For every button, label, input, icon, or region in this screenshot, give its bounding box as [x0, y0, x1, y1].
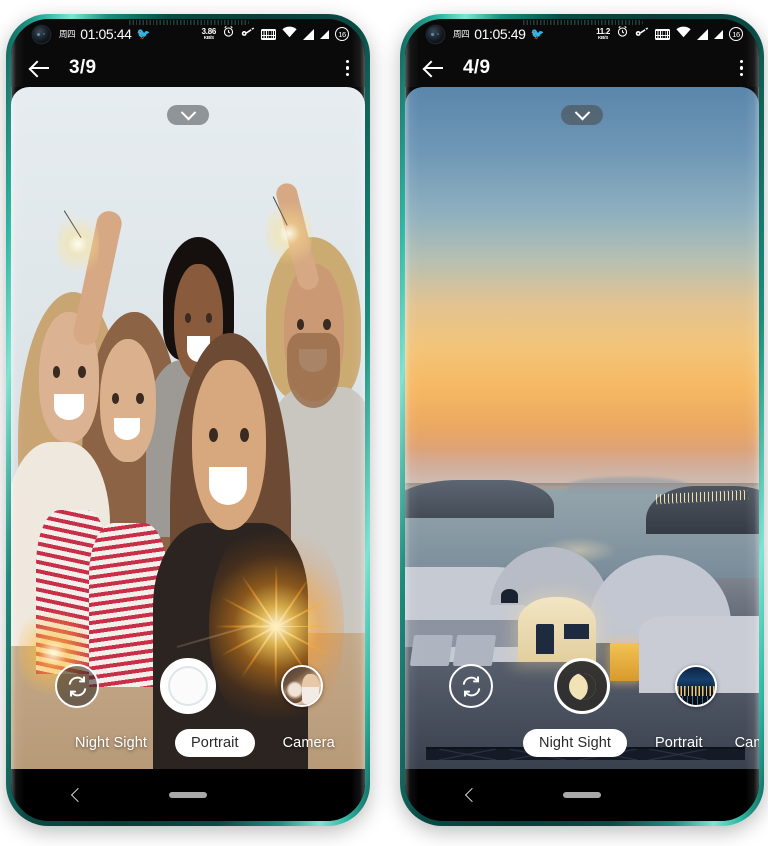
flip-camera-icon	[460, 675, 483, 698]
wifi-icon	[676, 25, 691, 43]
collapse-photo-button[interactable]	[167, 104, 209, 125]
status-day-label: 周四	[59, 29, 76, 39]
nav-home-pill[interactable]	[169, 792, 207, 798]
earpiece-speaker	[127, 20, 249, 25]
status-time-label: 01:05:44	[80, 26, 132, 42]
nav-back-icon[interactable]	[70, 787, 86, 803]
system-nav-bar	[11, 769, 365, 821]
flip-camera-button[interactable]	[449, 664, 493, 708]
network-speed-unit: KB/S	[597, 34, 609, 40]
vpn-key-icon	[635, 25, 649, 43]
chevron-down-icon	[574, 104, 590, 120]
status-time-label: 01:05:49	[474, 26, 526, 42]
camera-mode-selector[interactable]: Night Sight Portrait Camera Video	[11, 727, 365, 759]
sunset-sky	[405, 87, 759, 483]
earpiece-speaker	[521, 20, 643, 25]
gallery-thumbnail-woman-with-dog-icon	[283, 667, 321, 705]
bird-icon: 🐦	[136, 28, 151, 40]
person-face	[99, 339, 157, 463]
status-bar-clock-group: 周四 01:05:49 🐦	[453, 26, 544, 42]
collapse-photo-button[interactable]	[561, 104, 603, 125]
nav-home-pill[interactable]	[563, 792, 601, 798]
mode-night-sight[interactable]: Night Sight	[71, 729, 151, 757]
signal-bars-icon	[714, 29, 723, 39]
shutter-button[interactable]	[554, 658, 610, 714]
window	[564, 623, 590, 640]
gallery-thumbnail-night-city-icon	[677, 667, 715, 705]
front-camera-punch-hole	[33, 25, 50, 43]
mode-portrait[interactable]: Portrait	[175, 729, 255, 757]
volte-icon	[261, 28, 276, 40]
mode-camera[interactable]: Camera	[279, 729, 339, 757]
phone-right: 周四 01:05:49 🐦 11.2 KB/S 16 4/9 Night Sig…	[400, 14, 764, 826]
system-nav-bar	[405, 769, 759, 821]
app-bar: 4/9	[405, 49, 759, 87]
back-arrow-icon[interactable]	[421, 55, 447, 81]
status-day-label: 周四	[453, 29, 470, 39]
network-speed-indicator: 3.86 KB/S	[202, 27, 217, 41]
person-face	[191, 359, 266, 531]
camera-controls	[405, 653, 759, 719]
status-bar-icons: 11.2 KB/S 16	[596, 25, 743, 43]
shutter-button[interactable]	[160, 658, 216, 714]
page-counter: 3/9	[69, 57, 97, 78]
photo-viewer[interactable]: Night Sight Portrait Camer	[405, 87, 759, 769]
page-counter: 4/9	[463, 57, 491, 78]
status-bar-clock-group: 周四 01:05:44 🐦	[59, 26, 150, 42]
battery-indicator: 16	[335, 27, 349, 41]
mode-video[interactable]: Video	[363, 729, 365, 757]
mode-night-sight[interactable]: Night Sight	[523, 729, 628, 757]
front-camera-punch-hole	[427, 25, 444, 43]
chevron-down-icon	[180, 104, 196, 120]
vpn-key-icon	[241, 25, 255, 43]
mode-camera[interactable]: Camer	[731, 729, 759, 757]
gallery-thumbnail-button[interactable]	[281, 665, 323, 707]
person-beard	[287, 332, 341, 408]
doorway	[535, 623, 554, 655]
nav-back-icon[interactable]	[464, 787, 480, 803]
phone-screen-left: 周四 01:05:44 🐦 3.86 KB/S 16 3/9 Night Sig…	[11, 19, 365, 821]
kebab-menu-icon[interactable]	[739, 59, 743, 77]
wifi-icon	[282, 25, 297, 43]
dual-phone-screenshot: 周四 01:05:44 🐦 3.86 KB/S 16 3/9 Night Sig…	[0, 0, 768, 846]
camera-controls	[11, 653, 365, 719]
sparkler-flare	[265, 189, 312, 278]
photo-viewer[interactable]: Night Sight Portrait Camera Video	[11, 87, 365, 769]
flip-camera-button[interactable]	[55, 664, 99, 708]
moon-icon	[564, 668, 600, 704]
app-bar: 3/9	[11, 49, 365, 87]
bird-icon: 🐦	[530, 28, 545, 40]
alarm-clock-icon	[222, 25, 235, 43]
mode-portrait[interactable]: Portrait	[651, 729, 707, 757]
network-speed-indicator: 11.2 KB/S	[596, 27, 610, 41]
signal-bars-icon	[303, 28, 314, 40]
shutter-inner	[168, 666, 208, 706]
sparkler-flare	[57, 202, 100, 285]
gallery-thumbnail-button[interactable]	[675, 665, 717, 707]
kebab-menu-icon[interactable]	[345, 59, 349, 77]
back-arrow-icon[interactable]	[27, 55, 53, 81]
phone-screen-right: 周四 01:05:49 🐦 11.2 KB/S 16 4/9 Night Sig…	[405, 19, 759, 821]
volte-icon	[655, 28, 670, 40]
flip-camera-icon	[66, 675, 89, 698]
phone-left: 周四 01:05:44 🐦 3.86 KB/S 16 3/9 Night Sig…	[6, 14, 370, 826]
camera-mode-selector[interactable]: Night Sight Portrait Camer	[405, 727, 759, 759]
alarm-clock-icon	[616, 25, 629, 43]
network-speed-unit: KB/S	[203, 34, 214, 40]
battery-indicator: 16	[729, 27, 743, 41]
island-silhouette	[405, 479, 554, 519]
signal-bars-icon	[697, 28, 708, 40]
status-bar-icons: 3.86 KB/S 16	[202, 25, 349, 43]
signal-bars-icon	[320, 29, 329, 39]
chimney	[500, 589, 519, 603]
